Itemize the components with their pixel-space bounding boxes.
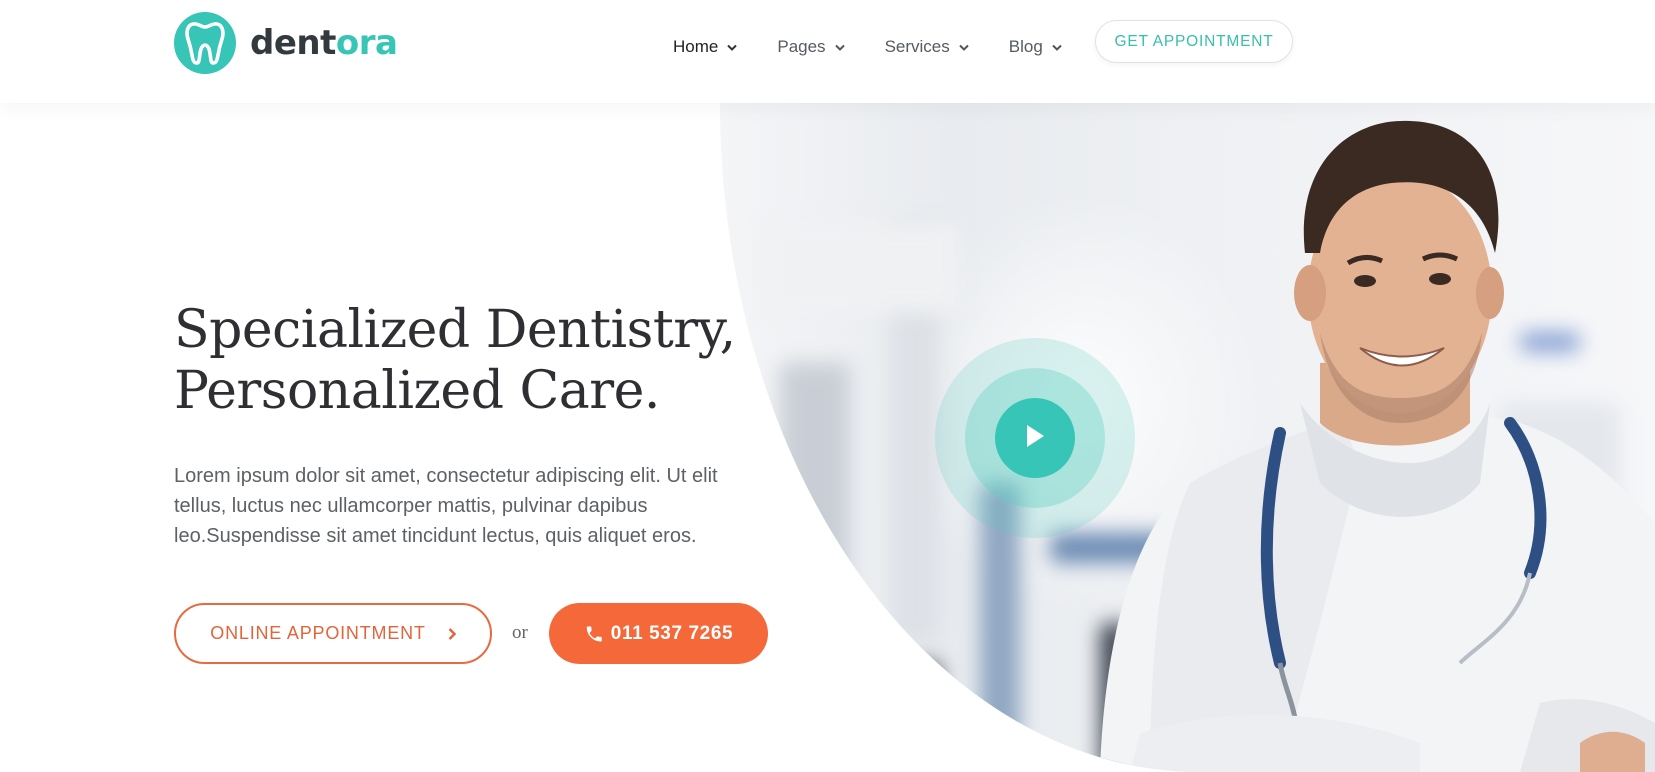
call-phone-button[interactable]: 011 537 7265 xyxy=(549,603,768,664)
video-play-ring xyxy=(965,368,1105,508)
doctor-illustration xyxy=(1100,120,1655,772)
brand-name: dentora xyxy=(250,23,398,63)
chevron-down-icon xyxy=(959,44,969,51)
chevron-right-icon xyxy=(448,627,456,640)
nav-item-home[interactable]: Home xyxy=(673,37,738,57)
phone-number: 011 537 7265 xyxy=(610,622,734,644)
online-appointment-button[interactable]: ONLINE APPOINTMENT xyxy=(174,603,492,664)
brand-name-part1: dent xyxy=(250,23,336,63)
hero-title-line2: Personalized Care. xyxy=(174,361,660,421)
chevron-down-icon xyxy=(834,44,845,51)
hero-title-line1: Specialized Dentistry, xyxy=(174,300,736,360)
play-video-button[interactable] xyxy=(995,398,1075,478)
logo[interactable]: dentora xyxy=(174,12,398,74)
site-header: dentora Home Pages Services Blog GET APP… xyxy=(0,0,1655,103)
online-appointment-label: ONLINE APPOINTMENT xyxy=(210,623,426,643)
nav-item-label: Services xyxy=(884,37,950,56)
brand-name-part2: ora xyxy=(335,23,398,63)
get-appointment-button[interactable]: GET APPOINTMENT xyxy=(1095,20,1293,63)
tooth-icon xyxy=(174,12,236,74)
chevron-down-icon xyxy=(727,44,738,51)
or-separator: or xyxy=(512,622,528,643)
chevron-down-icon xyxy=(1052,44,1062,51)
nav-item-pages[interactable]: Pages xyxy=(777,37,845,57)
hero-doctor-image xyxy=(720,103,1655,772)
play-icon xyxy=(1024,423,1046,454)
hero-description: Lorem ipsum dolor sit amet, consectetur … xyxy=(174,465,718,547)
hero-title: Specialized Dentistry, Personalized Care… xyxy=(174,300,736,422)
phone-icon xyxy=(584,624,604,644)
nav-item-blog[interactable]: Blog xyxy=(1009,37,1062,57)
nav-item-label: Home xyxy=(673,37,719,56)
video-play-halo xyxy=(935,338,1135,538)
nav-item-services[interactable]: Services xyxy=(885,37,969,57)
main-nav: Home Pages Services Blog xyxy=(673,0,1102,94)
nav-item-label: Pages xyxy=(777,37,826,56)
nav-item-label: Blog xyxy=(1008,37,1043,56)
